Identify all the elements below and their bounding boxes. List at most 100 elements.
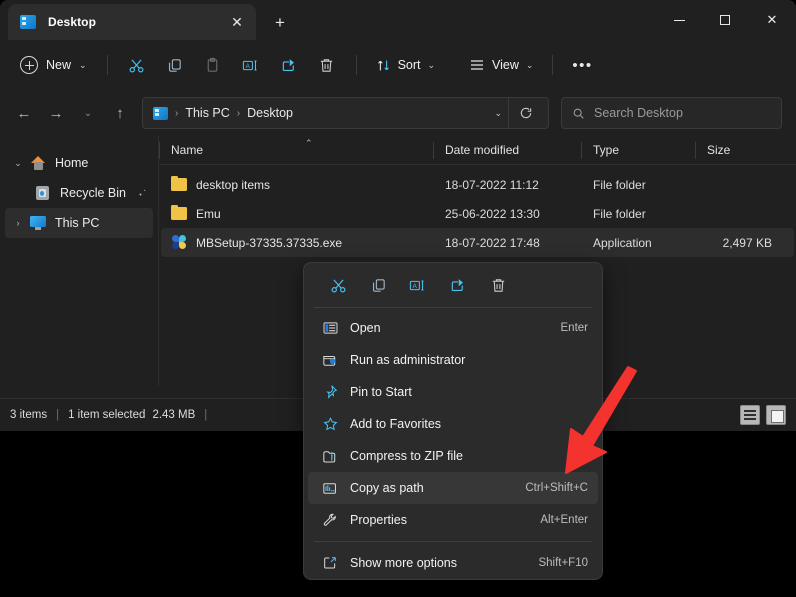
file-rows: desktop items 18-07-2022 11:12 File fold… [159,165,796,257]
pin-glyph [322,384,338,400]
minimize-icon [674,20,685,21]
copy-button[interactable] [156,49,194,81]
shield-icon [318,353,342,368]
column-header-date-modified[interactable]: Date modified [433,136,581,165]
sort-label: Sort [398,58,421,72]
view-label: View [492,58,519,72]
pin-icon [318,384,342,400]
copy-as-path-icon [318,481,342,496]
menu-item-compress-to-zip-file[interactable]: Compress to ZIP file [308,440,598,472]
sort-button[interactable]: Sort ⌄ [367,49,444,81]
file-date-cell: 18-07-2022 11:12 [435,178,583,192]
cut-button[interactable] [118,49,156,81]
chevron-down-icon[interactable]: ⌄ [488,108,508,119]
table-row[interactable]: MBSetup-37335.37335.exe 18-07-2022 17:48… [161,228,794,257]
menu-item-label: Add to Favorites [350,417,441,431]
up-button[interactable]: ↑ [104,97,136,129]
table-row[interactable]: desktop items 18-07-2022 11:12 File fold… [161,170,794,199]
new-button[interactable]: New ⌄ [14,49,97,81]
rename-button[interactable]: A [232,49,270,81]
menu-item-label: Open [350,321,381,335]
details-view-button[interactable] [740,405,760,425]
open-glyph [323,321,338,335]
column-header-name[interactable]: Name ⌃ [159,136,433,165]
new-tab-button[interactable]: + [266,8,294,36]
file-date-cell: 25-06-2022 13:30 [435,207,583,221]
copy-icon [166,57,183,74]
see-more-button[interactable]: ••• [563,49,601,81]
star-icon [318,416,342,432]
tab-label: Desktop [48,15,224,29]
search-input[interactable]: Search Desktop [594,106,683,120]
view-button[interactable]: View ⌄ [460,49,542,81]
sidebar-item-this-pc[interactable]: › This PC [5,208,153,238]
share-button[interactable] [270,49,308,81]
table-row[interactable]: Emu 25-06-2022 13:30 File folder [161,199,794,228]
menu-item-accelerator: Shift+F10 [538,557,588,569]
menu-item-open[interactable]: Open Enter [308,312,598,344]
close-window-button[interactable]: ✕ [748,0,796,40]
menu-item-label: Compress to ZIP file [350,449,463,463]
file-name-cell: desktop items [161,178,435,192]
copy-button[interactable] [358,269,398,301]
menu-item-show-more-options[interactable]: Show more options Shift+F10 [308,547,598,579]
sidebar-item-home[interactable]: ⌄ Home [5,148,153,178]
cut-button[interactable] [318,269,358,301]
column-header-label: Date modified [445,143,519,157]
search-box[interactable]: Search Desktop [561,97,782,129]
menu-item-label: Run as administrator [350,353,465,367]
copy-icon [370,277,387,294]
recycle-bin-icon [31,186,53,200]
paste-icon [204,57,221,74]
chevron-down-icon: ⌄ [79,60,87,71]
menu-item-accelerator: Alt+Enter [540,514,588,526]
back-button[interactable]: ← [8,97,40,129]
column-header-size[interactable]: Size [695,136,778,165]
maximize-button[interactable] [702,0,748,40]
sidebar-item-label: This PC [55,216,99,230]
file-type-cell: File folder [583,207,697,221]
more-options-icon [318,555,342,571]
delete-button[interactable] [308,49,346,81]
maximize-icon [720,15,730,25]
column-header-type[interactable]: Type [581,136,695,165]
recent-locations-button[interactable]: ⌄ [72,97,104,129]
pin-icon[interactable] [135,186,147,201]
breadcrumb-item-this-pc[interactable]: This PC [185,106,229,120]
rename-button[interactable]: A [398,269,438,301]
close-tab-icon[interactable]: ✕ [224,9,250,35]
share-button[interactable] [438,269,478,301]
chevron-down-icon: ⌄ [428,60,436,71]
tiles-view-button[interactable] [766,405,786,425]
file-name-label: Emu [196,207,221,221]
paste-button[interactable] [194,49,232,81]
chevron-right-icon[interactable]: › [9,218,27,228]
sidebar-item-recycle-bin[interactable]: Recycle Bin [5,178,153,208]
selection-count: 1 item selected [68,409,145,421]
tab-desktop[interactable]: Desktop ✕ [8,4,256,40]
file-name-label: MBSetup-37335.37335.exe [196,236,342,250]
sidebar-item-label: Home [55,156,88,170]
menu-item-run-as-administrator[interactable]: Run as administrator [308,344,598,376]
sidebar-item-label: Recycle Bin [60,186,126,200]
chevron-down-icon[interactable]: ⌄ [9,158,27,169]
breadcrumb-item-desktop[interactable]: Desktop [247,106,293,120]
delete-button[interactable] [478,269,518,301]
view-icon [469,58,485,72]
menu-item-add-to-favorites[interactable]: Add to Favorites [308,408,598,440]
shield-glyph [322,353,338,368]
navigation-pane: ⌄ Home Recycle Bin › This [0,136,159,386]
minimize-button[interactable] [656,0,702,40]
refresh-icon [519,106,533,120]
menu-item-copy-as-path[interactable]: Copy as path Ctrl+Shift+C [308,472,598,504]
copy-as-path-glyph [322,481,338,496]
column-headers: Name ⌃ Date modified Type Size [159,136,796,165]
delete-icon [490,277,507,294]
folder-tab-icon [20,15,36,29]
refresh-button[interactable] [508,97,542,129]
forward-button[interactable]: → [40,97,72,129]
menu-item-properties[interactable]: Properties Alt+Enter [308,504,598,536]
folder-icon [171,178,187,191]
menu-item-pin-to-start[interactable]: Pin to Start [308,376,598,408]
breadcrumb[interactable]: › This PC › Desktop ⌄ [142,97,549,129]
